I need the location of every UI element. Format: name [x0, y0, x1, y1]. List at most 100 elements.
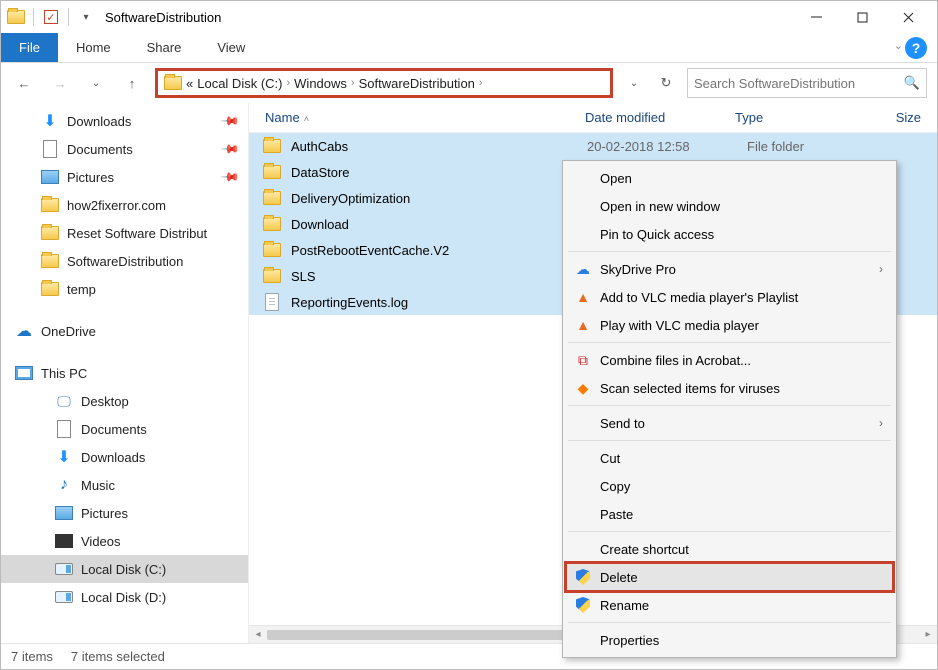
shield-icon [574, 568, 592, 586]
menu-item[interactable]: ⧉Combine files in Acrobat... [566, 346, 893, 374]
column-headers[interactable]: Name˄ Date modified Type Size [249, 103, 937, 133]
menu-item[interactable]: Rename [566, 591, 893, 619]
file-row[interactable]: AuthCabs20-02-2018 12:58File folder [249, 133, 937, 159]
menu-item[interactable]: Pin to Quick access [566, 220, 893, 248]
col-type[interactable]: Type [727, 110, 857, 125]
help-button[interactable]: ? [905, 37, 927, 59]
sidebar-item[interactable]: Local Disk (C:) [1, 555, 248, 583]
sidebar-label: Documents [81, 422, 147, 437]
status-selected: 7 items selected [71, 649, 165, 664]
menu-label: Paste [600, 507, 633, 522]
scroll-right-icon[interactable]: ▸ [919, 629, 937, 640]
menu-item[interactable]: ▲Add to VLC media player's Playlist [566, 283, 893, 311]
cloud-icon: ☁ [15, 322, 33, 340]
sidebar-item[interactable]: Videos [1, 527, 248, 555]
folder-icon [7, 6, 25, 28]
sidebar-this-pc[interactable]: This PC [1, 359, 248, 387]
sidebar-label: OneDrive [41, 324, 96, 339]
close-button[interactable] [885, 1, 931, 33]
breadcrumb-overflow[interactable]: « [186, 76, 193, 91]
sidebar-item[interactable]: ⬇Downloads📌 [1, 107, 248, 135]
sidebar-item[interactable]: ♪Music [1, 471, 248, 499]
menu-item[interactable]: Copy [566, 472, 893, 500]
home-tab[interactable]: Home [58, 33, 129, 62]
file-name: DeliveryOptimization [291, 191, 410, 206]
sidebar-label: Downloads [67, 114, 131, 129]
col-size[interactable]: Size [857, 110, 937, 125]
pin-icon: 📌 [220, 111, 240, 131]
chevron-right-icon: › [879, 262, 883, 276]
menu-label: Properties [600, 633, 659, 648]
up-button[interactable]: ↑ [119, 70, 145, 96]
pin-icon: 📌 [220, 139, 240, 159]
file-name: Download [291, 217, 349, 232]
sidebar-label: Desktop [81, 394, 129, 409]
address-dropdown[interactable]: ⌄ [621, 70, 647, 96]
back-button[interactable]: ← [11, 70, 37, 96]
breadcrumb-part[interactable]: Local Disk (C:)› [197, 76, 290, 91]
menu-label: Create shortcut [600, 542, 689, 557]
sidebar-item[interactable]: Documents📌 [1, 135, 248, 163]
menu-label: Copy [600, 479, 630, 494]
skydrive-icon: ☁ [574, 260, 592, 278]
view-tab[interactable]: View [199, 33, 263, 62]
document-icon [55, 420, 73, 438]
sidebar-item[interactable]: temp [1, 275, 248, 303]
context-menu[interactable]: OpenOpen in new windowPin to Quick acces… [562, 160, 897, 658]
address-bar[interactable]: « Local Disk (C:)› Windows› SoftwareDist… [155, 68, 613, 98]
maximize-button[interactable] [839, 1, 885, 33]
chevron-right-icon: › [879, 416, 883, 430]
window-title: SoftwareDistribution [105, 10, 221, 25]
menu-item[interactable]: Cut [566, 444, 893, 472]
sidebar-item[interactable]: ⬇Downloads [1, 443, 248, 471]
scroll-left-icon[interactable]: ◂ [249, 629, 267, 640]
forward-button[interactable]: → [47, 70, 73, 96]
menu-item[interactable]: ◆Scan selected items for viruses [566, 374, 893, 402]
breadcrumb-part[interactable]: SoftwareDistribution› [359, 76, 483, 91]
sidebar-item[interactable]: Local Disk (D:) [1, 583, 248, 611]
acrobat-icon: ⧉ [574, 351, 592, 369]
col-date[interactable]: Date modified [577, 110, 727, 125]
refresh-button[interactable]: ↻ [653, 70, 679, 96]
download-icon: ⬇ [55, 448, 73, 466]
menu-separator [568, 531, 891, 532]
search-icon[interactable]: 🔍 [904, 75, 920, 91]
qat-dropdown-icon[interactable]: ▾ [77, 6, 95, 28]
file-date: 20-02-2018 12:58 [587, 139, 737, 154]
navigation-tree[interactable]: ⬇Downloads📌Documents📌Pictures📌how2fixerr… [1, 103, 249, 643]
sidebar-item[interactable]: Pictures [1, 499, 248, 527]
sidebar-item[interactable]: SoftwareDistribution [1, 247, 248, 275]
sidebar-item[interactable]: 🖵Desktop [1, 387, 248, 415]
menu-item[interactable]: Open [566, 164, 893, 192]
disk-icon [55, 588, 73, 606]
search-input[interactable] [694, 76, 904, 91]
file-tab[interactable]: File [1, 33, 58, 62]
menu-item[interactable]: ▲Play with VLC media player [566, 311, 893, 339]
menu-item[interactable]: Properties [566, 626, 893, 654]
sidebar-item[interactable]: Documents [1, 415, 248, 443]
sidebar-item[interactable]: Reset Software Distribut [1, 219, 248, 247]
breadcrumb-part[interactable]: Windows› [294, 76, 354, 91]
properties-qat-icon[interactable]: ✓ [42, 6, 60, 28]
folder-icon [164, 74, 182, 92]
folder-icon [263, 189, 281, 207]
col-name[interactable]: Name˄ [257, 110, 577, 125]
sidebar-label: Reset Software Distribut [67, 226, 207, 241]
menu-item[interactable]: Paste [566, 500, 893, 528]
menu-item[interactable]: ☁SkyDrive Pro› [566, 255, 893, 283]
sidebar-label: Local Disk (D:) [81, 590, 166, 605]
ribbon-collapse-icon[interactable]: ⌄ [894, 39, 903, 62]
navigation-row: ← → ⌄ ↑ « Local Disk (C:)› Windows› Soft… [1, 63, 937, 103]
menu-item[interactable]: Send to› [566, 409, 893, 437]
menu-item[interactable]: Create shortcut [566, 535, 893, 563]
menu-item[interactable]: Delete [566, 563, 893, 591]
sidebar-onedrive[interactable]: ☁ OneDrive [1, 317, 248, 345]
share-tab[interactable]: Share [129, 33, 200, 62]
search-box[interactable]: 🔍 [687, 68, 927, 98]
sidebar-item[interactable]: how2fixerror.com [1, 191, 248, 219]
sidebar-label: how2fixerror.com [67, 198, 166, 213]
minimize-button[interactable] [793, 1, 839, 33]
menu-item[interactable]: Open in new window [566, 192, 893, 220]
sidebar-item[interactable]: Pictures📌 [1, 163, 248, 191]
recent-dropdown[interactable]: ⌄ [83, 70, 109, 96]
